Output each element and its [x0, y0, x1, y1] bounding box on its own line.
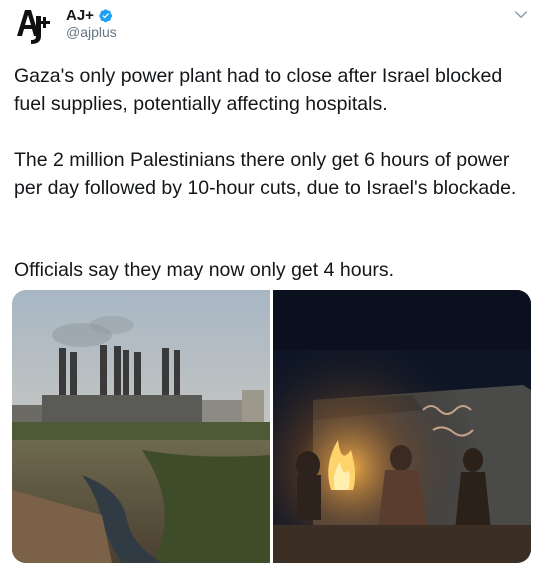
tweet-text-paragraph: The 2 million Palestinians there only ge…	[14, 149, 517, 199]
tweet-media-grid	[12, 290, 531, 563]
tweet-text-paragraph: Gaza's only power plant had to close aft…	[14, 65, 503, 115]
power-plant-photo[interactable]	[12, 290, 270, 563]
user-name-row[interactable]: AJ+	[66, 5, 113, 25]
family-by-fire-photo[interactable]	[273, 290, 531, 563]
account-avatar[interactable]	[14, 6, 54, 46]
aj-plus-logo-icon	[17, 10, 50, 44]
chevron-down-icon[interactable]	[512, 6, 530, 24]
display-name[interactable]: AJ+	[66, 7, 94, 24]
user-handle[interactable]: @ajplus	[66, 24, 117, 40]
verified-badge-icon	[99, 8, 112, 22]
tweet-card[interactable]: AJ+ @ajplus Gaza's only power plant had …	[0, 0, 540, 563]
tweet-text-paragraph: Officials say they may now only get 4 ho…	[14, 259, 395, 281]
